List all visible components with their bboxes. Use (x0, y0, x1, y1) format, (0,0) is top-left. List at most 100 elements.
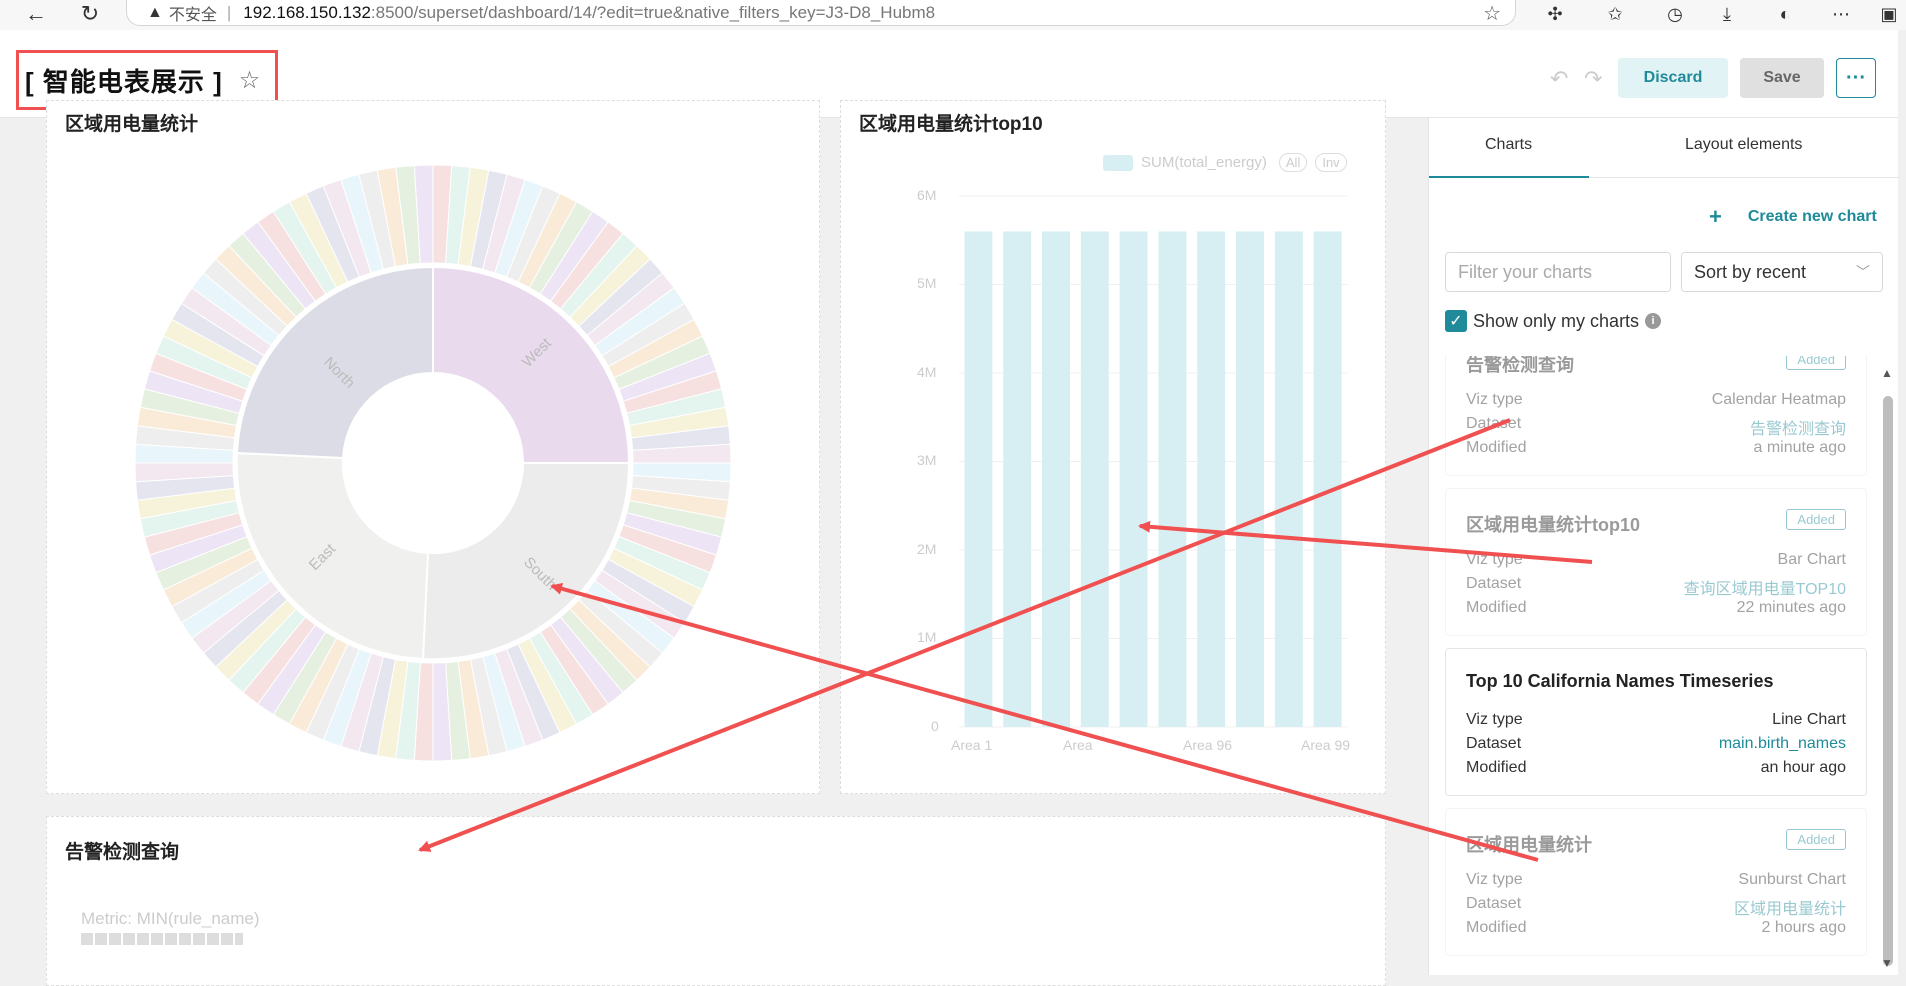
dataset-link[interactable]: 区域用电量统计 (1734, 895, 1846, 919)
plus-icon: + (1709, 204, 1722, 229)
sunburst-inner-ring: North West South East (235, 265, 631, 661)
y-tick-3m: 3M (917, 452, 937, 468)
sunburst-chart-card[interactable]: 区域用电量统计 North West South East (46, 100, 820, 794)
sunburst-chart: North West South East (134, 164, 732, 762)
panel-scrollbar-thumb[interactable] (1883, 396, 1893, 966)
discard-button[interactable]: Discard (1618, 58, 1728, 98)
download-icon[interactable]: ⤓ (1712, 2, 1742, 26)
viz-type-label: Viz type (1466, 551, 1523, 568)
modified-value: 2 hours ago (1761, 919, 1846, 936)
bookmark-star-icon[interactable]: ☆ (1483, 1, 1501, 26)
show-only-my-charts-label: Show only my charts (1473, 310, 1640, 331)
added-badge: Added (1786, 509, 1846, 530)
bar-chart-bar[interactable] (1119, 231, 1148, 727)
dataset-link[interactable]: 告警检测查询 (1750, 415, 1846, 439)
sunburst-outer-ring (134, 164, 732, 762)
browser-toolbar: ← ↻ ▲ 不安全 | 192.168.150.132 :8500/supers… (0, 0, 1906, 30)
y-tick-1m: 1M (917, 629, 937, 645)
scroll-up-arrow-icon[interactable]: ▲ (1881, 366, 1893, 380)
chart-item-name: 区域用电量统计 (1466, 835, 1592, 855)
alarm-chart-title: 告警检测查询 (65, 842, 180, 863)
alarm-chart-card[interactable]: 告警检测查询 Metric: MIN(rule_name) (46, 816, 1386, 986)
url-separator: | (226, 2, 232, 22)
favorite-star-icon[interactable]: ☆ (239, 66, 261, 95)
dataset-link[interactable]: 查询区域用电量TOP10 (1684, 575, 1846, 599)
chart-list-item[interactable]: Top 10 California Names Timeseries Viz t… (1445, 648, 1867, 796)
history-icon[interactable]: ◷ (1660, 2, 1690, 26)
back-arrow-icon[interactable]: ← (18, 0, 54, 28)
bar-chart-bar[interactable] (1042, 231, 1070, 727)
edge-icon[interactable]: ◐ (1770, 2, 1800, 26)
bar-chart-bar[interactable] (1274, 231, 1303, 727)
bar-chart-bar[interactable] (1313, 231, 1342, 727)
x-tick-area-96: Area 96 (1183, 737, 1233, 753)
extensions-icon[interactable]: ✣ (1540, 2, 1570, 26)
modified-value: 22 minutes ago (1736, 599, 1846, 616)
redo-icon[interactable]: ↷ (1584, 66, 1602, 92)
viz-type-label: Viz type (1466, 871, 1523, 888)
tab-active-indicator (1429, 176, 1589, 178)
y-tick-5m: 5M (917, 275, 937, 291)
save-button[interactable]: Save (1740, 58, 1824, 98)
bar-chart-bar[interactable] (1003, 231, 1032, 727)
dataset-link[interactable]: main.birth_names (1719, 735, 1846, 753)
favorites-icon[interactable]: ✩ (1600, 2, 1630, 26)
tab-charts[interactable]: Charts (1485, 136, 1532, 154)
security-label: 不安全 (168, 6, 217, 24)
bar-chart-bar[interactable] (1236, 231, 1264, 727)
viz-type-value: Line Chart (1772, 711, 1846, 728)
modified-label: Modified (1466, 759, 1527, 776)
alarm-metric-label: Metric: MIN(rule_name) (81, 909, 260, 928)
dataset-label: Dataset (1466, 895, 1522, 912)
chevron-down-icon: ﹀ (1856, 264, 1870, 280)
chart-list-item[interactable]: 告警检测查询 Added Viz type Calendar Heatmap Da… (1445, 356, 1867, 476)
sort-select[interactable]: Sort by recent ﹀ (1681, 252, 1883, 292)
chart-list-item[interactable]: 区域用电量统计top10 Added Viz type Bar Chart Dat… (1445, 488, 1867, 636)
chart-builder-panel: Charts Layout elements + Create new char… (1428, 118, 1899, 975)
dataset-label: Dataset (1466, 735, 1522, 752)
bar-chart-card[interactable]: 区域用电量统计top10 SUM(total_energy) All Inv 6… (840, 100, 1386, 794)
bar-chart-bars (964, 231, 1342, 727)
dataset-label: Dataset (1466, 415, 1522, 432)
x-tick-area-99: Area 99 (1301, 737, 1351, 753)
show-only-my-charts[interactable]: ✓ Show only my charts i (1445, 310, 1662, 332)
create-new-chart-button[interactable]: + Create new chart (1709, 204, 1877, 230)
info-icon[interactable]: i (1645, 313, 1662, 329)
chart-list-item[interactable]: 区域用电量统计 Added Viz type Sunburst Chart Dat… (1445, 808, 1867, 956)
modified-value: a minute ago (1753, 439, 1846, 456)
sidebar-toggle-icon[interactable]: ▣ (1874, 2, 1904, 26)
url-path: :8500/superset/dashboard/14/?edit=true&n… (370, 2, 936, 22)
viz-type-value: Sunburst Chart (1738, 871, 1846, 888)
bar-chart-plot (959, 195, 1347, 728)
modified-label: Modified (1466, 599, 1527, 616)
bar-chart-bar[interactable] (964, 231, 993, 727)
address-bar[interactable]: ▲ 不安全 | 192.168.150.132 :8500/superset/d… (126, 0, 1516, 26)
menu-dots-icon[interactable]: ⋯ (1826, 2, 1856, 26)
bar-chart-bar[interactable] (1197, 231, 1226, 727)
bar-chart-bar[interactable] (1158, 231, 1187, 727)
undo-icon[interactable]: ↶ (1550, 66, 1568, 92)
y-tick-2m: 2M (917, 541, 937, 557)
more-options-button[interactable]: ··· (1836, 58, 1876, 98)
bar-chart-bar[interactable] (1080, 231, 1109, 727)
dashboard-title[interactable]: [ 智能电表展示 ] (25, 62, 223, 99)
chart-item-name: Top 10 California Names Timeseries (1466, 671, 1774, 691)
chart-list: 告警检测查询 Added Viz type Calendar Heatmap Da… (1445, 356, 1875, 975)
tab-layout-elements[interactable]: Layout elements (1685, 136, 1802, 154)
filter-charts-input[interactable] (1445, 252, 1671, 292)
viz-type-label: Viz type (1466, 711, 1523, 728)
modified-label: Modified (1466, 919, 1527, 936)
reload-icon[interactable]: ↻ (72, 0, 108, 28)
y-tick-4m: 4M (917, 364, 937, 380)
dataset-label: Dataset (1466, 575, 1522, 592)
y-tick-0: 0 (931, 718, 939, 734)
x-tick-area: Area (1063, 737, 1093, 753)
checkbox-checked-icon[interactable]: ✓ (1445, 310, 1467, 332)
scroll-down-arrow-icon[interactable]: ▼ (1881, 956, 1893, 970)
x-tick-area-1: Area 1 (951, 737, 993, 753)
modified-value: an hour ago (1760, 759, 1846, 776)
modified-label: Modified (1466, 439, 1527, 456)
warning-icon: ▲ (147, 3, 163, 21)
viz-type-value: Bar Chart (1777, 551, 1846, 568)
added-badge: Added (1786, 829, 1846, 850)
